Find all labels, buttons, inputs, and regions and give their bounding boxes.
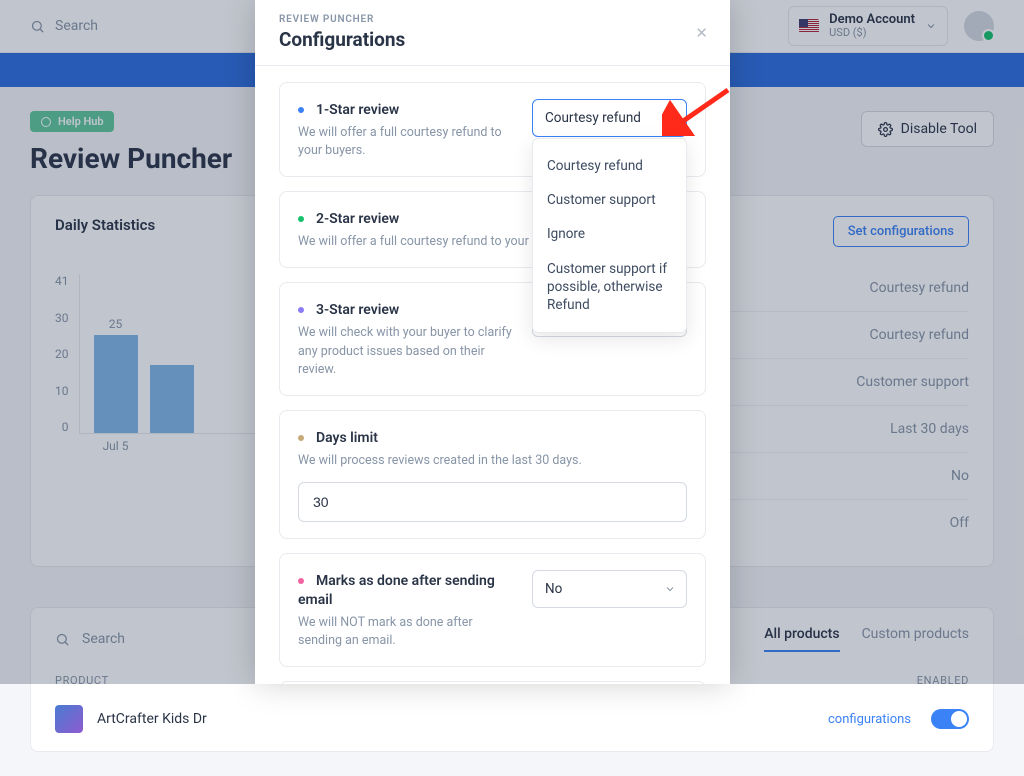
section-subtitle: We will offer a full courtesy refund to …	[298, 124, 516, 160]
dot-icon	[298, 578, 304, 584]
dot-icon	[298, 307, 304, 313]
modal-title: Configurations	[279, 28, 706, 51]
section-subtitle: We will check with your buyer to clarify…	[298, 324, 516, 378]
section-1-star: 1-Star review We will offer a full court…	[279, 82, 706, 177]
section-title: Days limit	[316, 430, 378, 446]
dot-icon	[298, 107, 304, 113]
select-marks-done[interactable]: No	[532, 570, 687, 608]
section-title: 1-Star review	[316, 102, 399, 118]
section-title: 2-Star review	[316, 211, 399, 227]
close-icon[interactable]: ✕	[695, 24, 708, 42]
product-name: ArtCrafter Kids Dr	[97, 711, 207, 727]
dot-icon	[298, 435, 304, 441]
section-subtitle: We will process reviews created in the l…	[298, 452, 687, 470]
chevron-down-icon	[664, 112, 676, 124]
section-subtitle: We will NOT mark as done after sending a…	[298, 614, 516, 650]
chevron-down-icon	[664, 583, 676, 595]
dropdown-option[interactable]: Ignore	[533, 217, 686, 251]
dropdown-option[interactable]: Customer support	[533, 183, 686, 217]
section-title: 3-Star review	[316, 302, 399, 318]
section-title: Marks as done after sending email	[298, 573, 495, 608]
select-1-star[interactable]: Courtesy refund	[532, 99, 687, 137]
table-row: ArtCrafter Kids Dr configurations	[55, 705, 969, 733]
select-1-star-dropdown: Courtesy refundCustomer supportIgnoreCus…	[532, 138, 687, 333]
product-enabled-toggle[interactable]	[931, 709, 969, 729]
days-limit-input[interactable]	[298, 482, 687, 522]
dot-icon	[298, 216, 304, 222]
section-marks-done: Marks as done after sending email We wil…	[279, 553, 706, 667]
product-configurations-link[interactable]: configurations	[828, 712, 911, 727]
modal-eyebrow: REVIEW PUNCHER	[279, 14, 706, 25]
dropdown-option[interactable]: Customer support if possible, otherwise …	[533, 252, 686, 323]
configurations-modal: REVIEW PUNCHER Configurations ✕ 1-Star r…	[255, 0, 730, 684]
section-days-limit: Days limit We will process reviews creat…	[279, 410, 706, 539]
dropdown-option[interactable]: Courtesy refund	[533, 149, 686, 183]
product-thumbnail	[55, 705, 83, 733]
